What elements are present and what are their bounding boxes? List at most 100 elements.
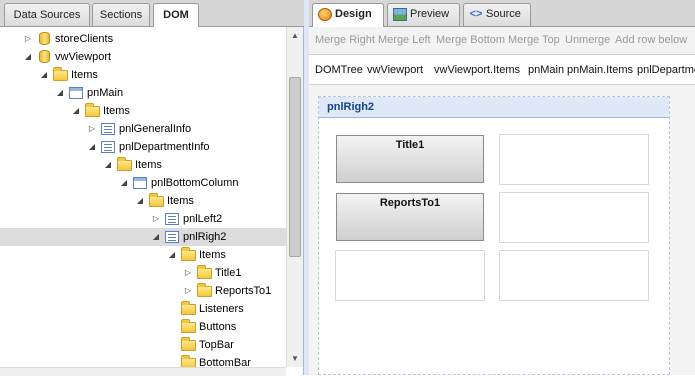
tab-design-label: Design (335, 8, 372, 20)
tree-node-storeclients[interactable]: ▷ storeClients (0, 30, 286, 48)
breadcrumb-item[interactable]: DOMTree (315, 64, 363, 76)
collapse-arrow-icon[interactable]: ◢ (103, 156, 113, 174)
tree-node-topbar[interactable]: TopBar (0, 336, 286, 354)
tree-node-label: Items (71, 69, 98, 81)
tree-node-label: pnMain (87, 87, 124, 99)
expand-arrow-icon[interactable]: ▷ (183, 282, 193, 300)
right-tab-bar: Design Preview <> Source (309, 0, 695, 27)
tree-node-items[interactable]: ◢ Items (0, 156, 286, 174)
panel-icon (69, 86, 85, 100)
tree-node-label: pnlRigh2 (183, 231, 227, 243)
tree-node-pnlgeneralinfo[interactable]: ▷ pnlGeneralInfo (0, 120, 286, 138)
tree-node-label: Items (103, 105, 130, 117)
tree-node-label: storeClients (55, 33, 114, 45)
folder-icon (85, 103, 101, 118)
breadcrumb-item[interactable]: pnMain.Items (567, 64, 633, 76)
breadcrumb-item[interactable]: pnlDepartme (637, 64, 695, 76)
layout-cell[interactable] (335, 250, 485, 301)
collapse-arrow-icon[interactable]: ◢ (119, 174, 129, 192)
tree-node-label: ReportsTo1 (215, 285, 272, 297)
layout-cell[interactable] (499, 192, 649, 243)
tree-node-label: pnlLeft2 (183, 213, 223, 225)
tree-node-pnldepartmentinfo[interactable]: ◢ pnlDepartmentInfo (0, 138, 286, 156)
panel-icon (133, 176, 149, 190)
add-row-below-button[interactable]: Add row below (615, 34, 687, 46)
tab-source[interactable]: <> Source (463, 3, 531, 26)
tree-node-label: Items (135, 159, 162, 171)
expand-arrow-icon[interactable]: ▷ (23, 30, 33, 48)
tree-node-items[interactable]: ◢ Items (0, 246, 286, 264)
scroll-up-arrow-icon[interactable]: ▲ (287, 27, 303, 44)
tab-preview-label: Preview (410, 8, 450, 20)
layout-cell[interactable] (499, 134, 649, 185)
breadcrumb-item[interactable]: vwViewport (367, 64, 423, 76)
merge-top-button[interactable]: Merge Top (508, 34, 560, 46)
tab-sections[interactable]: Sections (92, 3, 150, 26)
folder-icon (117, 157, 133, 172)
folder-icon (53, 67, 69, 82)
folder-icon (181, 301, 197, 316)
collapse-arrow-icon[interactable]: ◢ (135, 192, 145, 210)
dom-tree: ▷ storeClients ◢ vwViewport ◢ Items ◢ pn… (0, 27, 286, 367)
tree-node-items[interactable]: ◢ Items (0, 192, 286, 210)
tab-data-sources[interactable]: Data Sources (4, 3, 90, 26)
tree-node-vwviewport[interactable]: ◢ vwViewport (0, 48, 286, 66)
tab-dom[interactable]: DOM (153, 3, 199, 27)
database-icon (37, 32, 53, 46)
title1-button[interactable]: Title1 (336, 135, 484, 183)
tree-node-label: BottomBar (199, 357, 251, 367)
collapse-arrow-icon[interactable]: ◢ (23, 48, 33, 66)
expand-arrow-icon[interactable]: ▷ (183, 264, 193, 282)
tree-node-label: Title1 (215, 267, 242, 279)
collapse-arrow-icon[interactable]: ◢ (151, 228, 161, 246)
scroll-down-arrow-icon[interactable]: ▼ (287, 350, 303, 367)
tree-node-label: pnlDepartmentInfo (119, 141, 210, 153)
source-icon: <> (469, 8, 483, 20)
panel-title: pnlRigh2 (327, 101, 375, 113)
breadcrumb: DOMTree vwViewport vwViewport.Items pnMa… (309, 55, 695, 85)
tree-node-title1[interactable]: ▷ Title1 (0, 264, 286, 282)
folder-icon (181, 319, 197, 334)
form-panel-icon (101, 122, 117, 136)
form-panel-icon (165, 230, 181, 244)
collapse-arrow-icon[interactable]: ◢ (87, 138, 97, 156)
tree-node-listeners[interactable]: Listeners (0, 300, 286, 318)
layout-cell[interactable] (499, 250, 649, 301)
tree-node-label: TopBar (199, 339, 234, 351)
merge-left-button[interactable]: Merge Left (378, 34, 431, 46)
unmerge-button[interactable]: Unmerge (565, 34, 610, 46)
form-panel-icon (101, 140, 117, 154)
breadcrumb-item[interactable]: vwViewport.Items (434, 64, 520, 76)
folder-icon (149, 193, 165, 208)
tree-node-label: vwViewport (55, 51, 112, 63)
tree-node-label: Items (199, 249, 226, 261)
merge-right-button[interactable]: Merge Right (315, 34, 375, 46)
tree-node-pnmain[interactable]: ◢ pnMain (0, 84, 286, 102)
tree-node-pnlbottomcolumn[interactable]: ◢ pnlBottomColumn (0, 174, 286, 192)
tree-node-items[interactable]: ◢ Items (0, 66, 286, 84)
collapse-arrow-icon[interactable]: ◢ (55, 84, 65, 102)
tree-node-items[interactable]: ◢ Items (0, 102, 286, 120)
tree-node-bottombar[interactable]: BottomBar (0, 354, 286, 367)
tree-node-buttons[interactable]: Buttons (0, 318, 286, 336)
expand-arrow-icon[interactable]: ▷ (87, 120, 97, 138)
reportsto1-button[interactable]: ReportsTo1 (336, 193, 484, 241)
expand-arrow-icon[interactable]: ▷ (151, 210, 161, 228)
tree-node-reportsto1[interactable]: ▷ ReportsTo1 (0, 282, 286, 300)
tree-node-label: Buttons (199, 321, 237, 333)
folder-icon (181, 355, 197, 367)
tree-node-pnlleft2[interactable]: ▷ pnlLeft2 (0, 210, 286, 228)
tree-node-pnlrigh2[interactable]: ◢ pnlRigh2 (0, 228, 286, 246)
collapse-arrow-icon[interactable]: ◢ (39, 66, 49, 84)
folder-icon (181, 337, 197, 352)
tab-design[interactable]: Design (312, 3, 384, 27)
scrollbar-thumb[interactable] (289, 77, 301, 257)
form-panel-icon (165, 212, 181, 226)
tree-vertical-scrollbar[interactable]: ▲ ▼ (286, 27, 303, 367)
collapse-arrow-icon[interactable]: ◢ (167, 246, 177, 264)
folder-icon (181, 247, 197, 262)
tab-preview[interactable]: Preview (387, 3, 460, 26)
breadcrumb-item[interactable]: pnMain (528, 64, 564, 76)
collapse-arrow-icon[interactable]: ◢ (71, 102, 81, 120)
merge-bottom-button[interactable]: Merge Bottom (436, 34, 505, 46)
